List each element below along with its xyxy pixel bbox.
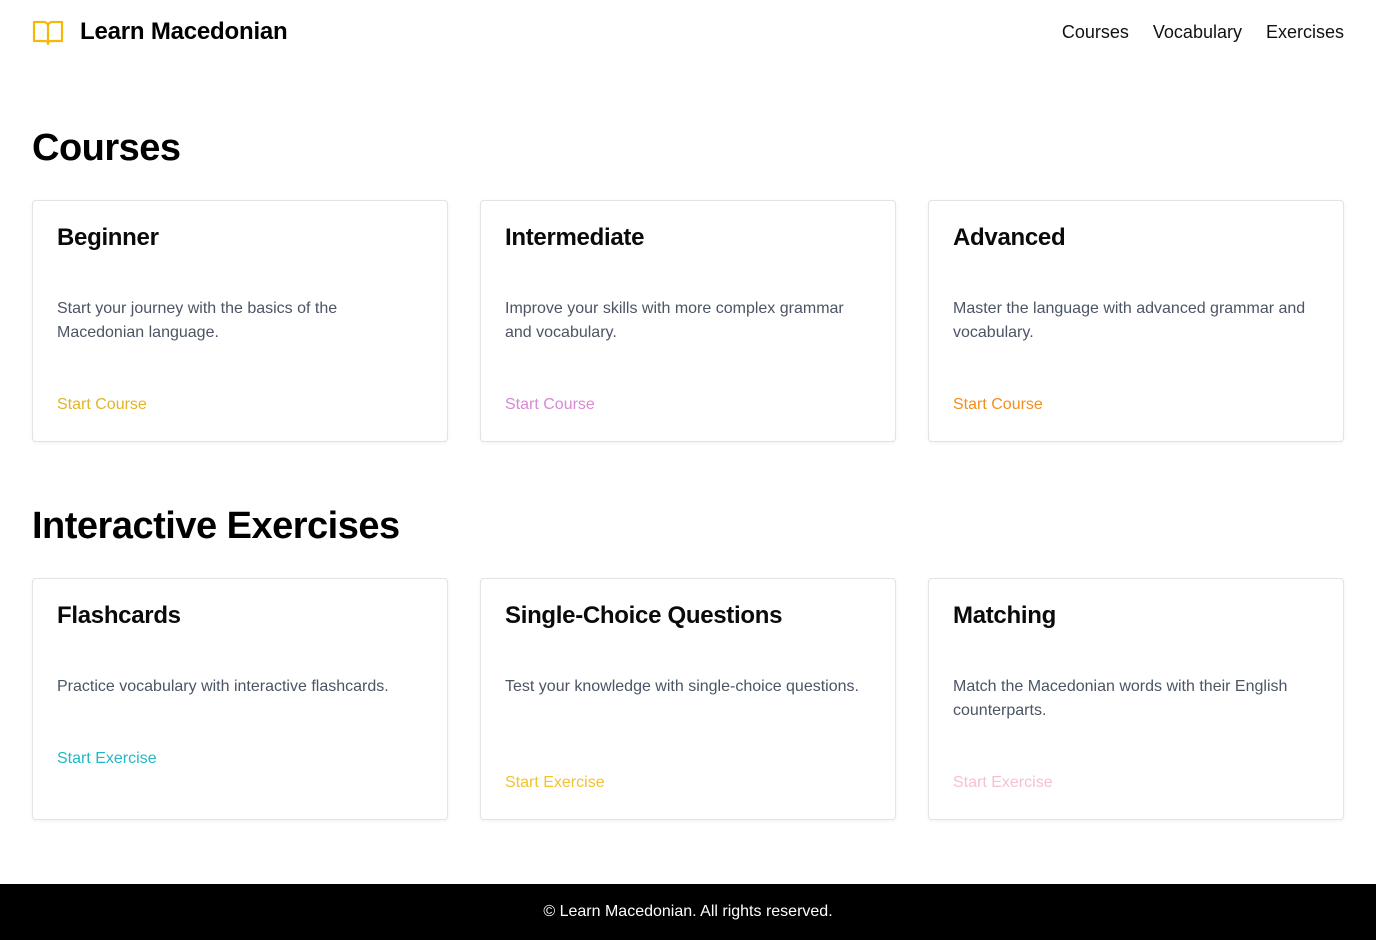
exercise-card-matching: Matching Match the Macedonian words with…	[928, 578, 1344, 820]
start-course-button-beginner[interactable]: Start Course	[57, 393, 147, 417]
card-title: Beginner	[57, 224, 159, 251]
card-title: Flashcards	[57, 602, 181, 629]
card-description: Test your knowledge with single-choice q…	[505, 678, 859, 695]
exercise-card-flashcards: Flashcards Practice vocabulary with inte…	[32, 578, 448, 820]
start-exercise-button-matching[interactable]: Start Exercise	[953, 771, 1053, 795]
courses-grid: Beginner Start your journey with the bas…	[32, 200, 1344, 442]
copyright-text: © Learn Macedonian. All rights reserved.	[543, 903, 833, 920]
card-description: Master the language with advanced gramma…	[953, 300, 1306, 341]
exercise-card-single-choice: Single-Choice Questions Test your knowle…	[480, 578, 896, 820]
start-exercise-button-single-choice[interactable]: Start Exercise	[505, 771, 605, 795]
main-nav: Courses Vocabulary Exercises	[1062, 19, 1344, 45]
card-title: Single-Choice Questions	[505, 602, 783, 629]
card-description: Practice vocabulary with interactive fla…	[57, 678, 389, 695]
courses-heading: Courses	[32, 127, 181, 169]
brand-link[interactable]: Learn Macedonian	[32, 14, 288, 50]
site-footer: © Learn Macedonian. All rights reserved.	[0, 884, 1376, 940]
start-course-button-advanced[interactable]: Start Course	[953, 393, 1043, 417]
brand-title: Learn Macedonian	[80, 18, 288, 45]
card-title: Intermediate	[505, 224, 645, 251]
nav-vocabulary[interactable]: Vocabulary	[1153, 19, 1242, 45]
book-open-icon	[32, 16, 64, 48]
nav-exercises[interactable]: Exercises	[1266, 19, 1344, 45]
course-card-beginner: Beginner Start your journey with the bas…	[32, 200, 448, 442]
site-header: Learn Macedonian Courses Vocabulary Exer…	[0, 0, 1376, 64]
exercises-heading: Interactive Exercises	[32, 505, 400, 547]
course-card-advanced: Advanced Master the language with advanc…	[928, 200, 1344, 442]
card-description: Improve your skills with more complex gr…	[505, 300, 844, 341]
course-card-intermediate: Intermediate Improve your skills with mo…	[480, 200, 896, 442]
card-description: Match the Macedonian words with their En…	[953, 678, 1288, 719]
card-description: Start your journey with the basics of th…	[57, 300, 338, 341]
card-title: Advanced	[953, 224, 1066, 251]
start-course-button-intermediate[interactable]: Start Course	[505, 393, 595, 417]
exercises-grid: Flashcards Practice vocabulary with inte…	[32, 578, 1344, 820]
card-title: Matching	[953, 602, 1056, 629]
nav-courses[interactable]: Courses	[1062, 19, 1129, 45]
page: Learn Macedonian Courses Vocabulary Exer…	[0, 0, 1376, 940]
start-exercise-button-flashcards[interactable]: Start Exercise	[57, 747, 157, 771]
